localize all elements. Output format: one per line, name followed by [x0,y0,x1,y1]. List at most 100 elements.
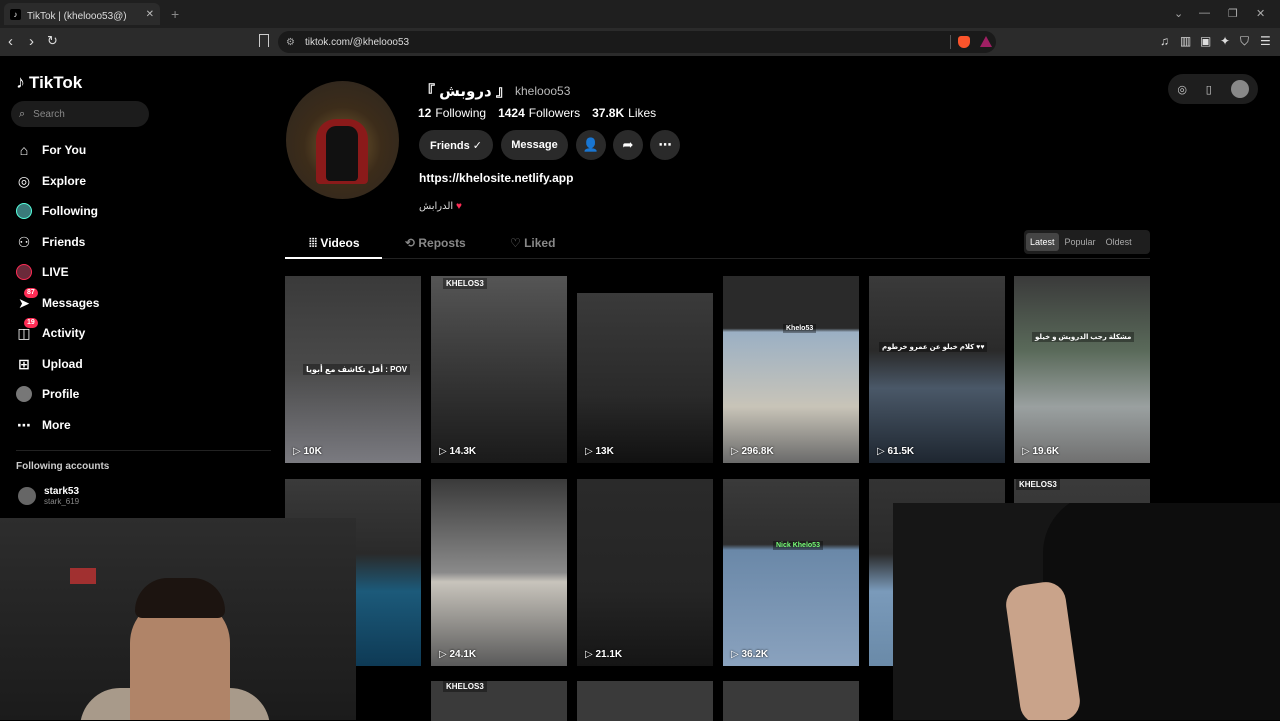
bio-text: الدرابش [419,201,454,212]
back-icon[interactable]: ‹ [8,33,13,50]
video-thumbnail[interactable]: مشكلة رجب الدرويش و خيلو ▷ 19.6K [1014,276,1150,463]
profile-handle: khelooo53 [515,84,571,98]
sidebar-icon[interactable]: ▥ [1180,34,1191,48]
video-thumbnail[interactable]: ▷ 21.1K [577,479,713,666]
webcam-overlay-right [893,503,1280,720]
avatar[interactable] [1230,80,1249,98]
browser-toolbar: ‹ › ↻ ⚙ tiktok.com/@khelooo53 ♫ ▥ ▣ ✦ ⛉ … [0,28,1280,56]
tab-close-icon[interactable]: ✕ [146,9,154,20]
video-thumbnail[interactable]: KHELOS3 ▷ 14.3K [431,276,567,463]
webcam-background-light [70,568,96,584]
sidebar-item-friends[interactable]: ⚇ Friends [16,234,86,250]
video-thumbnail[interactable]: Khelo53 ▷ 296.8K [723,276,859,463]
video-thumbnail[interactable]: ▷ 13K [577,293,713,463]
close-window-button[interactable]: ✕ [1256,7,1265,20]
tab-search-icon[interactable]: ⌄ [1174,7,1183,20]
brave-rewards-icon[interactable] [980,36,992,47]
search-icon: ⌕ [19,107,26,120]
following-accounts-title: Following accounts [16,461,110,472]
sidebar-item-live[interactable]: LIVE [16,264,69,280]
video-thumbnail[interactable]: كلام خيلو عن عمرو خرطوم ♥♥ ▷ 61.5K [869,276,1005,463]
avatar [18,487,36,505]
following-account-item[interactable]: stark53 stark_619 [18,486,79,506]
followers-stat[interactable]: 1424 Followers [498,106,580,120]
address-bar[interactable]: ⚙ tiktok.com/@khelooo53 [278,31,996,53]
media-icon[interactable]: ♫ [1160,34,1169,48]
add-friend-icon[interactable]: 👤 [576,130,606,160]
following-label: Following [435,106,487,120]
video-thumbnail[interactable] [723,681,859,721]
view-count: ▷ 296.8K [731,446,774,457]
minimize-button[interactable]: — [1199,7,1210,19]
followers-label: Followers [528,106,581,120]
new-tab-button[interactable]: + [171,6,179,22]
forward-icon[interactable]: › [29,33,34,50]
heart-outline-icon: ♡ [510,236,525,250]
tiktok-logo-icon: ♪ [16,72,25,92]
top-right-tools: ◎ ▯ [1168,74,1258,104]
video-caption: KHELOS3 [1016,479,1060,490]
tab-videos[interactable]: ⦙⦙⦙ Videos [309,236,360,251]
profile-link[interactable]: https://khelosite.netlify.app [419,171,573,185]
brave-shield-icon[interactable] [958,36,970,48]
followers-count: 1424 [498,106,525,120]
message-button[interactable]: Message [501,130,568,160]
sidebar-item-messages[interactable]: ➤ 87 Messages [16,288,99,311]
wallet-icon[interactable]: ▣ [1200,34,1211,48]
video-caption: Khelo53 [783,324,817,333]
more-icon: ⋯ [17,416,31,433]
sidebar-item-more[interactable]: ⋯ More [16,417,71,433]
sidebar-item-for-you[interactable]: ⌂ For You [16,142,86,158]
share-icon[interactable]: ➦ [613,130,643,160]
sort-latest[interactable]: Latest [1026,233,1059,251]
logo-text: TikTok [29,72,83,92]
tiktok-logo[interactable]: ♪ TikTok [16,72,82,93]
sidebar-item-label: More [42,418,71,432]
video-caption: كلام خيلو عن عمرو خرطوم ♥♥ [879,342,988,352]
sort-oldest[interactable]: Oldest [1102,233,1136,251]
upload-icon: ⊞ [18,355,30,372]
device-icon[interactable]: ▯ [1206,83,1212,96]
view-count: ▷ 36.2K [731,649,769,660]
video-thumbnail[interactable]: Nick Khelo53 ▷ 36.2K [723,479,859,666]
sidebar-item-profile[interactable]: Profile [16,386,79,402]
search-input[interactable]: ⌕ Search [11,101,149,127]
profile-avatar[interactable] [286,81,399,199]
more-options-icon[interactable]: ⋯ [650,130,680,160]
account-name: stark53 [44,486,80,497]
url-text: tiktok.com/@khelooo53 [304,36,410,48]
video-caption: مشكلة رجب الدرويش و خيلو [1032,332,1135,342]
tab-title: TikTok | (khelooo53@) 『 دروبش 』 [27,10,135,22]
sidebar-item-activity[interactable]: ◫ 19 Activity [16,318,85,341]
active-tab-indicator [285,257,382,259]
account-handle: stark_619 [44,497,80,506]
menu-icon[interactable]: ☰ [1260,34,1271,48]
reload-icon[interactable]: ↻ [47,33,58,49]
view-count: ▷ 13K [585,446,614,457]
video-thumbnail[interactable]: KHELOS3 [431,681,567,721]
friends-button[interactable]: Friends ✓ [419,130,493,160]
sidebar-item-following[interactable]: Following [16,203,98,219]
profile-stats: 12 Following 1424 Followers 37.8K Likes [418,106,656,120]
browser-tab-bar: ♪ TikTok | (khelooo53@) 『 دروبش 』 ✕ + ⌄ … [0,0,1280,28]
video-thumbnail[interactable]: ▷ 24.1K [431,479,567,666]
tab-liked[interactable]: ♡ Liked [510,236,555,250]
bookmark-icon[interactable] [259,34,269,47]
site-settings-icon[interactable]: ⚙ [286,37,295,48]
grid-icon: ⦙⦙⦙ [309,236,321,250]
compass-icon[interactable]: ◎ [1177,83,1187,96]
following-stat[interactable]: 12 Following [418,106,486,120]
profile-tabs: ⦙⦙⦙ Videos ⟲ Reposts ♡ Liked [285,232,1150,259]
tab-reposts[interactable]: ⟲ Reposts [405,236,466,250]
sidebar-item-upload[interactable]: ⊞ Upload [16,356,83,372]
tab-label: Videos [320,236,360,250]
vpn-icon[interactable]: ⛉ [1240,34,1249,49]
video-thumbnail[interactable] [577,681,713,721]
sort-popular[interactable]: Popular [1061,233,1100,251]
home-icon: ⌂ [19,142,29,158]
browser-tab[interactable]: ♪ TikTok | (khelooo53@) 『 دروبش 』 ✕ [4,3,160,25]
sidebar-item-explore[interactable]: ◎ Explore [16,173,86,189]
video-thumbnail[interactable]: أقل تكاشف مع أبويا : POV ▷ 10K [285,276,421,463]
maximize-button[interactable]: ❐ [1228,7,1238,20]
leo-ai-icon[interactable]: ✦ [1220,34,1230,48]
